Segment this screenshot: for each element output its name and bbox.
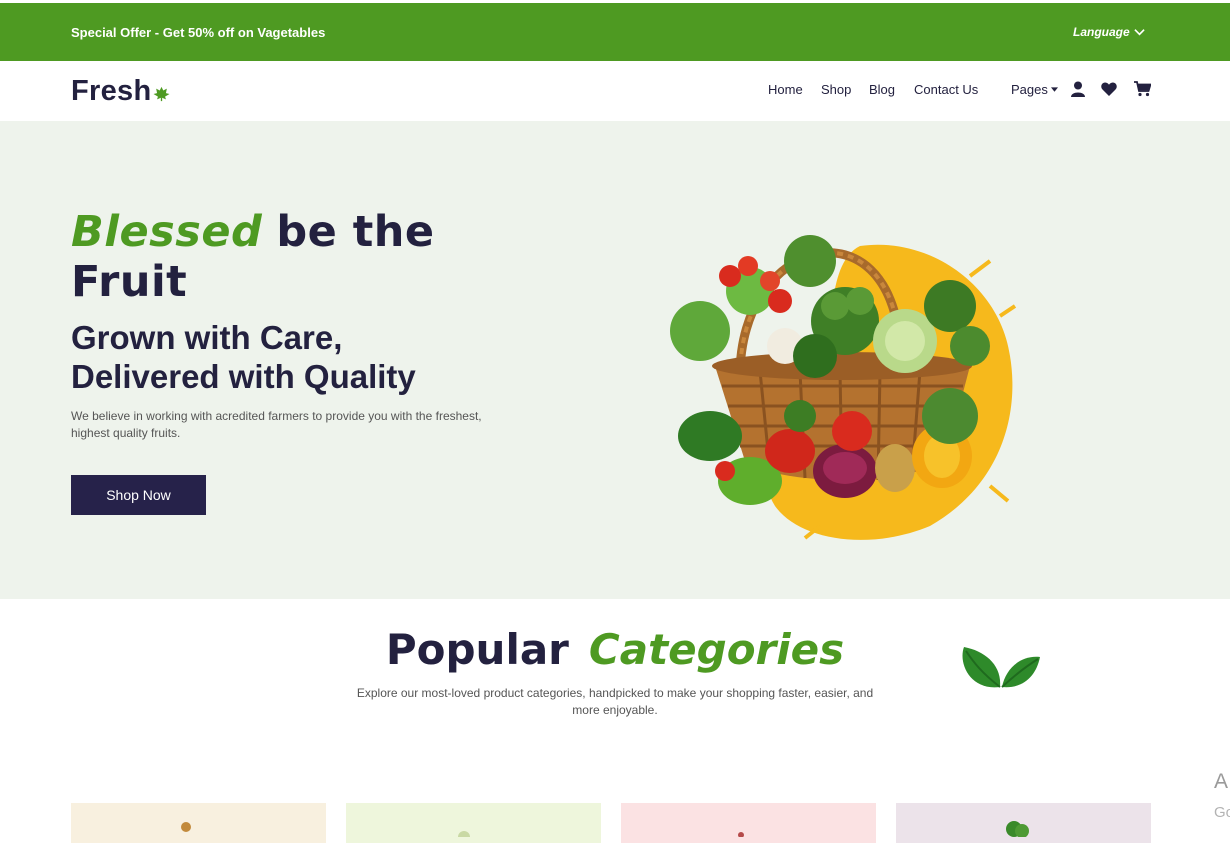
nav-home[interactable]: Home: [768, 82, 803, 97]
category-image: [738, 832, 744, 837]
cart-icon[interactable]: [1134, 81, 1151, 97]
user-icon[interactable]: [1071, 81, 1085, 97]
category-card[interactable]: [71, 803, 326, 843]
language-label: Language: [1073, 25, 1130, 39]
hero-description: We believe in working with acredited far…: [71, 409, 482, 440]
main-navbar: Fresh Home Shop Blog Contact Us Pages: [0, 61, 1230, 121]
nav-pages-label: Pages: [1011, 82, 1048, 97]
category-image: [181, 822, 191, 832]
categories-heading-part1: Popular: [385, 625, 569, 674]
top-offer-bar: Special Offer - Get 50% off on Vagetable…: [0, 3, 1230, 61]
categories-heading-part2: Categories: [588, 625, 845, 674]
hero-title: Blessed be the Fruit: [71, 207, 491, 307]
special-offer-text: Special Offer - Get 50% off on Vagetable…: [71, 25, 326, 40]
nav-shop[interactable]: Shop: [821, 82, 851, 97]
category-image: [1006, 821, 1029, 837]
hero-subtitle: Grown with Care, Delivered with Quality: [71, 319, 416, 395]
brand-name: Fresh: [71, 75, 152, 107]
brand-logo[interactable]: Fresh: [71, 75, 171, 108]
leaf-icon: [153, 86, 170, 101]
hero-section: Blessed be the Fruit Grown with Care, Del…: [0, 121, 1230, 599]
category-card[interactable]: [896, 803, 1151, 843]
nav-contact-us[interactable]: Contact Us: [914, 82, 978, 97]
category-card[interactable]: [346, 803, 601, 843]
vegetable-basket-image: [670, 235, 1017, 540]
category-cards: [71, 803, 1151, 843]
chevron-down-icon: [1134, 29, 1145, 36]
edge-clipped-text-b: Go: [1214, 804, 1230, 821]
hero-title-accent: Blessed: [71, 207, 263, 257]
categories-description: Explore our most-loved product categorie…: [356, 686, 874, 717]
category-image: [458, 831, 470, 837]
nav-pages-dropdown[interactable]: Pages: [1011, 82, 1058, 97]
heart-icon[interactable]: [1101, 82, 1117, 96]
shop-now-button[interactable]: Shop Now: [71, 475, 206, 515]
edge-clipped-text-a: A: [1214, 770, 1229, 793]
leaves-icon: [962, 647, 1040, 688]
language-selector[interactable]: Language: [1073, 25, 1145, 39]
caret-down-icon: [1050, 87, 1058, 92]
categories-heading: Popular Categories: [0, 620, 1230, 680]
nav-blog[interactable]: Blog: [869, 82, 895, 97]
category-card[interactable]: [621, 803, 876, 843]
